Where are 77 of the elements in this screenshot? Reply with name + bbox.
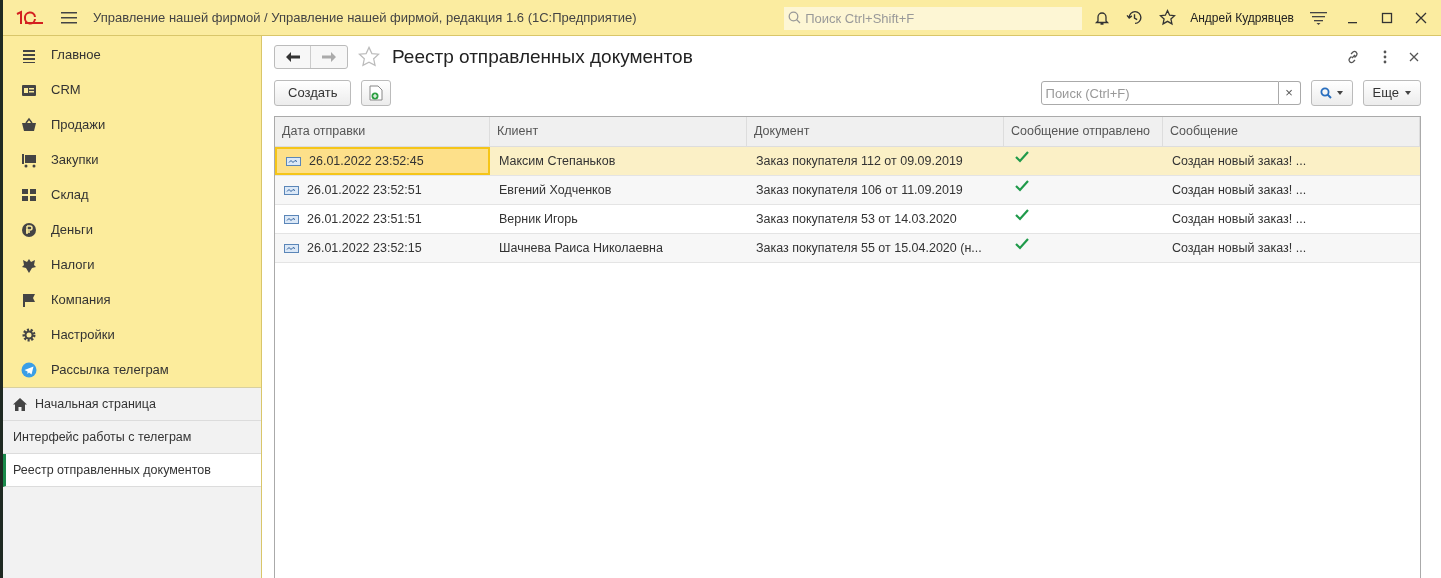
column-header[interactable]: Дата отправки [275,117,490,146]
document-icon [284,243,299,253]
search-icon [788,11,802,24]
search-icon [1320,87,1333,99]
grid-icon [21,186,37,203]
form-title: Реестр отправленных документов [392,44,693,69]
paper-plane-icon [21,361,37,378]
table-cell-text: Заказ покупателя 112 от 09.09.2019 [755,152,964,170]
left-arrow-icon [285,52,300,62]
table-cell-text: Заказ покупателя 55 от 15.04.2020 (н... [755,239,983,257]
menu-icon[interactable] [61,10,77,25]
open-window-tab[interactable]: Начальная страница [3,388,261,421]
table-cell: 26.01.2022 23:52:15 [275,234,490,262]
section-item[interactable]: Рассылка телеграм [3,352,261,387]
more-button[interactable]: Еще [1362,80,1421,106]
filter-menu-icon[interactable] [1310,9,1327,26]
section-item[interactable]: Склад [3,177,261,212]
table-cell-text: Верник Игорь [498,210,579,228]
table-cell: 26.01.2022 23:52:51 [275,176,490,204]
star-icon[interactable] [1159,9,1177,26]
document-icon [284,214,299,224]
table-cell: 26.01.2022 23:52:45 [275,147,490,175]
close-icon[interactable] [1415,11,1427,24]
section-item[interactable]: CRM [3,72,261,107]
flag-icon [21,291,37,308]
section-item[interactable]: Настройки [3,317,261,352]
table-cell-text: Шачнева Раиса Николаевна [498,239,664,257]
column-header[interactable]: Сообщение отправлено [1004,117,1163,146]
favorite-star-icon[interactable] [358,46,380,68]
caret-icon [1337,91,1344,95]
link-icon[interactable] [1345,49,1361,65]
column-header[interactable]: Сообщение [1163,117,1420,146]
cart-icon [21,151,37,168]
table-cell-text: Максим Степаньков [498,152,617,170]
right-arrow-icon [322,52,336,62]
user-name: Андрей Кудрявцев [1190,9,1294,27]
section-item[interactable]: Главное [3,37,261,72]
column-header[interactable]: Документ [747,117,1004,146]
section-item[interactable]: Компания [3,282,261,317]
window-title: Управление нашей фирмой / Управление нашей фирмой, редакция 1.6 (1С:Предприятие) [93,8,637,27]
table-row[interactable]: 26.01.2022 23:52:45 Максим Степаньков Заказ покупателя 112 от 09.09.2019 Создан новый заказ! ... [275,147,1420,176]
section-item[interactable]: Закупки [3,142,261,177]
clear-button[interactable]: × [1278,81,1301,105]
close-icon[interactable] [1409,52,1419,62]
search-button[interactable] [1310,80,1353,106]
column-header[interactable]: Клиент [490,117,747,146]
section-item[interactable]: Деньги [3,212,261,247]
table-row[interactable]: 26.01.2022 23:52:15 Шачнева Раиса Николаевна Заказ покупателя 55 от 15.04.2020 (н... Создан новый заказ! ... [275,234,1420,263]
caret-icon [1405,91,1411,95]
global-search-field[interactable]: Поиск Ctrl+Shift+F [784,7,1083,30]
basket-icon [21,116,37,133]
section-item[interactable]: Продажи [3,107,261,142]
ruble-icon [21,221,37,238]
document-icon [284,185,299,195]
section-item[interactable]: Налоги [3,247,261,282]
table-cell-text: Создан новый заказ! ... [1171,181,1308,199]
add-document-button[interactable] [361,80,392,106]
table-cell: 26.01.2022 23:51:51 [275,205,490,233]
gear-icon [21,326,37,343]
document-plus-icon [369,85,384,101]
table-cell-text: Создан новый заказ! ... [1171,152,1308,170]
search-field[interactable]: Поиск (Ctrl+F) [1040,81,1279,105]
maximize-icon[interactable] [1381,11,1393,24]
history-icon[interactable] [1126,9,1144,26]
home-icon [13,397,27,411]
open-window-tab[interactable]: Реестр отправленных документов [3,454,261,487]
more-icon[interactable] [1383,50,1387,64]
bell-icon[interactable] [1094,9,1111,26]
table-cell-text: Создан новый заказ! ... [1171,239,1308,257]
table-row[interactable]: 26.01.2022 23:52:51 Евгений Ходченков Заказ покупателя 106 от 11.09.2019 Создан новый заказ! ... [275,176,1420,205]
table-cell-text: Заказ покупателя 53 от 14.03.2020 [755,210,958,228]
table-cell-text: Заказ покупателя 106 от 11.09.2019 [755,181,964,199]
create-button[interactable]: Создать [274,80,352,106]
table-cell-text: Создан новый заказ! ... [1171,210,1308,228]
logo-icon [15,9,45,26]
document-icon [286,156,301,166]
table-cell-text: Евгений Ходченков [498,181,613,199]
